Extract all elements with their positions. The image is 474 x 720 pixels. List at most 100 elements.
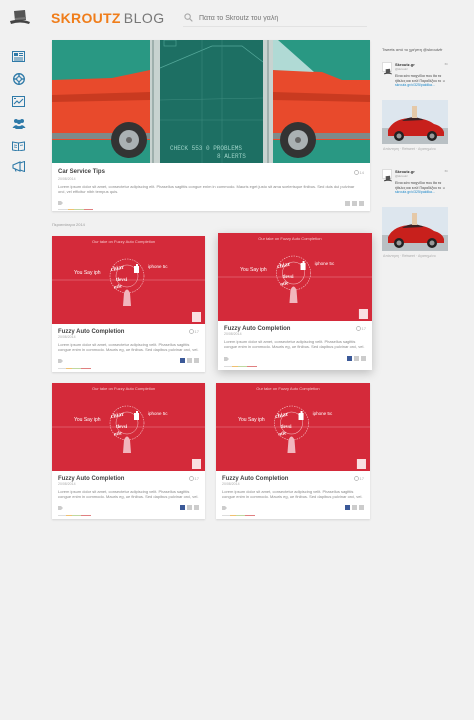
search-icon[interactable]	[184, 13, 193, 22]
twitter-share-icon[interactable]	[187, 505, 192, 510]
comments-count[interactable]: 17	[355, 326, 366, 331]
featured-car-image[interactable]: CHECK 553 0 PROBLEMS 8 ALERTS	[52, 40, 370, 163]
category-colorbar	[58, 209, 93, 210]
poster-heading: Our take on Fuzzy Auto Completion	[92, 239, 155, 244]
poster-center-word: tlevsi	[280, 425, 292, 430]
facebook-share-icon[interactable]	[345, 505, 350, 510]
google-share-icon[interactable]	[359, 505, 364, 510]
nav-team-icon[interactable]	[11, 117, 26, 130]
post-card[interactable]: Our take on Fuzzy Auto Completion You Sa…	[52, 236, 205, 372]
post-card[interactable]: Our take on Fuzzy Auto Completion You Sa…	[52, 383, 205, 519]
tweet-author-handle[interactable]: @skroutz	[395, 174, 408, 178]
brand-title[interactable]: SKROUTZ BLOG	[51, 9, 165, 27]
share-buttons	[180, 358, 199, 363]
poster-heading: Our take on Fuzzy Auto Completion	[258, 236, 321, 241]
comments-count-value: 17	[194, 476, 199, 481]
featured-post-excerpt: Lorem ipsum dolor sit amet, consectetur …	[58, 184, 355, 194]
share-buttons	[345, 505, 364, 510]
comments-count[interactable]: 14	[353, 170, 364, 175]
poster-right-word: iphone 5c	[315, 261, 335, 266]
poster-center-word: tlevsi	[282, 275, 294, 280]
tag-icon	[58, 359, 63, 363]
tweet[interactable]: Skroutz.gr @skroutz 6h Είναι κάτι παιχνί…	[382, 62, 448, 152]
google-share-icon[interactable]	[194, 505, 199, 510]
nav-book-icon[interactable]	[11, 139, 26, 152]
category-colorbar	[224, 366, 257, 367]
comment-icon	[355, 326, 361, 331]
google-share-icon[interactable]	[194, 358, 199, 363]
tweet[interactable]: Skroutz.gr @skroutz 6h Είναι κάτι παιχνί…	[382, 169, 448, 259]
twitter-share-icon[interactable]	[187, 358, 192, 363]
post-poster-image[interactable]: Our take on Fuzzy Auto Completion You Sa…	[216, 383, 370, 471]
tweet-author-handle[interactable]: @skroutz	[395, 67, 408, 71]
tweet-time[interactable]: 6h	[445, 62, 448, 66]
comments-count-value: 17	[194, 329, 199, 334]
post-card[interactable]: Our take on Fuzzy Auto Completion You Sa…	[218, 233, 372, 370]
poster-left-word: You Say iph	[240, 267, 267, 273]
comment-icon	[188, 329, 194, 334]
tweet-link[interactable]: skroutz.gr/c/325/paidika...	[395, 83, 435, 87]
emoji-icon: ☺	[442, 185, 446, 190]
nav-news-icon[interactable]	[11, 50, 26, 63]
post-date: 20/08/2014	[224, 332, 242, 336]
logo-hat-icon[interactable]	[10, 9, 30, 27]
tweet-link[interactable]: skroutz.gr/c/325/paidika...	[395, 190, 435, 194]
facebook-share-icon[interactable]	[180, 505, 185, 510]
tweet-avatar[interactable]	[382, 169, 392, 182]
post-poster-image[interactable]: Our take on Fuzzy Auto Completion You Sa…	[218, 233, 372, 321]
post-card[interactable]: Our take on Fuzzy Auto Completion You Sa…	[216, 383, 370, 519]
screen-status-line-2: 8 ALERTS	[217, 153, 246, 160]
tweet-photo[interactable]	[382, 207, 448, 251]
search-bar	[183, 11, 367, 27]
nav-chart-icon[interactable]	[11, 95, 26, 108]
facebook-share-icon[interactable]	[345, 201, 350, 206]
post-poster-image[interactable]: Our take on Fuzzy Auto Completion You Sa…	[52, 383, 205, 471]
google-share-icon[interactable]	[359, 201, 364, 206]
post-excerpt: Lorem ipsum dolor sit amet, consectetur …	[222, 489, 363, 499]
search-input[interactable]	[199, 12, 364, 25]
comment-icon	[353, 476, 359, 481]
tweet-photo[interactable]	[382, 100, 448, 144]
tweet-actions[interactable]: Απάντηση · Retweet · Αγαπημένο	[383, 147, 436, 151]
twitter-share-icon[interactable]	[352, 505, 357, 510]
post-poster-image[interactable]: Our take on Fuzzy Auto Completion You Sa…	[52, 236, 205, 324]
twitter-share-icon[interactable]	[352, 201, 357, 206]
poster-center-word: tlevsi	[116, 425, 128, 430]
post-excerpt: Lorem ipsum dolor sit amet, consectetur …	[58, 342, 199, 352]
twitter-widget-header: Tweets από το χρήστη @skroutzfr	[382, 47, 443, 52]
screen-status-line-1: CHECK 553 0 PROBLEMS	[170, 145, 242, 152]
nav-lifebuoy-icon[interactable]	[11, 72, 26, 85]
poster-left-word: You Say iph	[74, 417, 101, 423]
poster-heading: Our take on Fuzzy Auto Completion	[92, 386, 155, 391]
tweet-body: Είναι κάτι παιχνίδια που θα τα ήθελες κα…	[395, 74, 443, 83]
comments-count-value: 14	[359, 170, 364, 175]
poster-heading: Our take on Fuzzy Auto Completion	[256, 386, 319, 391]
emoji-icon: ☺	[442, 78, 446, 83]
section-label: Περισσότερα 2014	[52, 222, 85, 227]
google-share-icon[interactable]	[361, 356, 366, 361]
nav-megaphone-icon[interactable]	[11, 160, 26, 173]
category-colorbar	[58, 515, 91, 516]
tag-icon	[224, 357, 229, 361]
poster-right-word: iphone 5c	[148, 264, 168, 269]
facebook-share-icon[interactable]	[180, 358, 185, 363]
tweet-time[interactable]: 6h	[445, 169, 448, 173]
tag-icon	[58, 506, 63, 510]
featured-post-title[interactable]: Car Service Tips	[58, 169, 105, 175]
post-date: 20/08/2014	[58, 482, 76, 486]
tweet-avatar[interactable]	[382, 62, 392, 75]
share-buttons	[345, 201, 364, 206]
tweet-actions[interactable]: Απάντηση · Retweet · Αγαπημένο	[383, 254, 436, 258]
post-excerpt: Lorem ipsum dolor sit amet, consectetur …	[58, 489, 199, 499]
category-colorbar	[222, 515, 255, 516]
poster-left-word: You Say iph	[238, 417, 265, 423]
comments-count[interactable]: 17	[188, 329, 199, 334]
tweet-text: Είναι κάτι παιχνίδια που θα τα ήθελες κα…	[395, 74, 448, 88]
comments-count[interactable]: 17	[353, 476, 364, 481]
comments-count[interactable]: 17	[188, 476, 199, 481]
featured-post-card[interactable]: CHECK 553 0 PROBLEMS 8 ALERTS Car Servic…	[52, 40, 370, 211]
poster-right-word: iphone 5c	[313, 411, 333, 416]
facebook-share-icon[interactable]	[347, 356, 352, 361]
comments-count-value: 17	[361, 326, 366, 331]
twitter-share-icon[interactable]	[354, 356, 359, 361]
